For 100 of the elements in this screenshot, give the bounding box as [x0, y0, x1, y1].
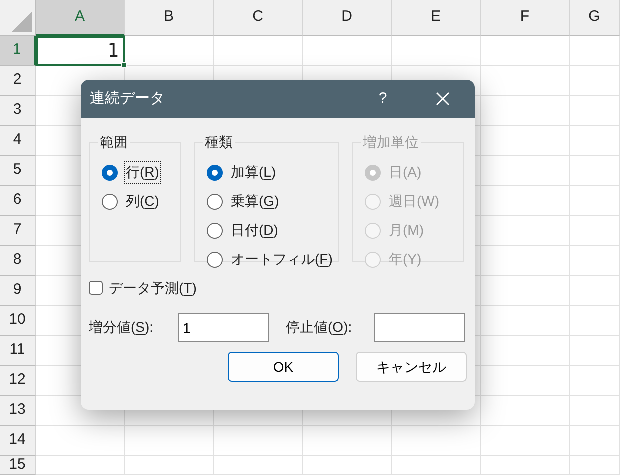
column-header[interactable]: D — [303, 0, 392, 36]
fill-handle[interactable] — [121, 62, 127, 68]
row-header[interactable]: 8 — [0, 246, 36, 276]
row-header[interactable]: 2 — [0, 66, 36, 96]
corner-triangle-icon[interactable] — [12, 12, 32, 32]
grid-cell[interactable] — [481, 126, 570, 156]
row-header[interactable]: 6 — [0, 186, 36, 216]
grid-cell[interactable] — [481, 336, 570, 366]
grid-cell[interactable] — [570, 306, 620, 336]
option-label: 日(A) — [388, 163, 423, 182]
close-icon[interactable] — [436, 92, 450, 106]
grid-cell[interactable] — [570, 156, 620, 186]
row-header[interactable]: 13 — [0, 396, 36, 426]
grid-cell[interactable] — [481, 216, 570, 246]
row-header[interactable]: 15 — [0, 456, 36, 475]
active-cell[interactable]: 1 — [36, 36, 125, 66]
grid-cell[interactable] — [570, 246, 620, 276]
radio-button[interactable] — [207, 222, 223, 238]
grid-cell[interactable] — [570, 96, 620, 126]
grid-cell[interactable] — [481, 396, 570, 426]
cell-value: 1 — [108, 40, 119, 62]
grid-cell[interactable] — [570, 276, 620, 306]
grid-cell[interactable] — [481, 66, 570, 96]
grid-cell[interactable] — [125, 36, 214, 66]
grid-cell[interactable] — [481, 456, 570, 475]
grid-cell[interactable] — [481, 96, 570, 126]
row-header[interactable]: 10 — [0, 306, 36, 336]
grid-cell[interactable] — [570, 186, 620, 216]
help-button[interactable]: ? — [363, 84, 403, 114]
input-field[interactable]: 1 — [178, 313, 269, 342]
option-label[interactable]: オートフィル(F) — [230, 249, 334, 270]
grid-cell[interactable] — [481, 306, 570, 336]
row-header[interactable]: 11 — [0, 336, 36, 366]
field-label: 停止値(O): — [286, 318, 354, 337]
option-label: 月(M) — [388, 221, 425, 240]
grid-cell[interactable] — [570, 456, 620, 475]
grid-cell[interactable] — [481, 186, 570, 216]
column-header[interactable]: G — [570, 0, 620, 36]
window-title: 連続データ — [90, 88, 166, 109]
grid-cell[interactable] — [125, 456, 214, 475]
grid-cell[interactable] — [214, 426, 303, 456]
grid-cell[interactable] — [570, 396, 620, 426]
row-header[interactable]: 9 — [0, 276, 36, 306]
column-header[interactable]: C — [214, 0, 303, 36]
grid-cell[interactable] — [481, 36, 570, 66]
grid-cell[interactable] — [570, 36, 620, 66]
grid-cell[interactable] — [303, 36, 392, 66]
group-title: 増加単位 — [362, 134, 420, 150]
column-header[interactable]: B — [125, 0, 214, 36]
option-label: 年(Y) — [388, 250, 423, 269]
radio-button[interactable] — [102, 164, 118, 180]
grid-cell[interactable] — [570, 66, 620, 96]
option-label[interactable]: 列(C) — [125, 191, 160, 212]
grid-cell[interactable] — [392, 36, 481, 66]
row-header[interactable]: 1 — [0, 36, 36, 66]
grid-cell[interactable] — [214, 456, 303, 475]
radio-button[interactable] — [207, 164, 223, 180]
grid-cell[interactable] — [481, 276, 570, 306]
grid-cell[interactable] — [36, 426, 125, 456]
grid-cell[interactable] — [570, 366, 620, 396]
dialog-button[interactable]: キャンセル — [356, 352, 467, 382]
input-field[interactable] — [374, 313, 465, 342]
column-header[interactable]: A — [36, 0, 125, 36]
grid-cell[interactable] — [125, 426, 214, 456]
grid-cell[interactable] — [570, 426, 620, 456]
grid-cell[interactable] — [392, 456, 481, 475]
grid-cell[interactable] — [214, 36, 303, 66]
option-label[interactable]: 日付(D) — [230, 220, 280, 241]
column-header[interactable]: F — [481, 0, 570, 36]
row-header[interactable]: 12 — [0, 366, 36, 396]
grid-cell[interactable] — [570, 216, 620, 246]
group-title: 種類 — [204, 134, 234, 150]
checkbox-label[interactable]: データ予測(T) — [109, 278, 197, 298]
grid-cell[interactable] — [481, 246, 570, 276]
radio-button[interactable] — [207, 252, 223, 268]
grid-cell[interactable] — [303, 426, 392, 456]
checkbox[interactable] — [89, 281, 103, 295]
grid-cell[interactable] — [392, 426, 481, 456]
row-header[interactable]: 4 — [0, 126, 36, 156]
row-header[interactable]: 3 — [0, 96, 36, 126]
option-label[interactable]: 加算(L) — [230, 162, 278, 183]
grid-cell[interactable] — [481, 156, 570, 186]
grid-cell[interactable] — [481, 366, 570, 396]
group-title: 範囲 — [99, 134, 129, 150]
grid-cell[interactable] — [481, 426, 570, 456]
radio-button[interactable] — [207, 194, 223, 210]
grid-cell[interactable] — [36, 456, 125, 475]
option-label[interactable]: 行(R) — [125, 162, 160, 183]
field-label: 増分値(S): — [89, 318, 155, 337]
column-header[interactable]: E — [392, 0, 481, 36]
option-label: 週日(W) — [388, 192, 441, 211]
option-label[interactable]: 乗算(G) — [230, 191, 280, 212]
grid-cell[interactable] — [303, 456, 392, 475]
grid-cell[interactable] — [570, 336, 620, 366]
grid-cell[interactable] — [570, 126, 620, 156]
radio-button[interactable] — [102, 194, 118, 210]
row-header[interactable]: 7 — [0, 216, 36, 246]
row-header[interactable]: 5 — [0, 156, 36, 186]
dialog-button[interactable]: OK — [228, 352, 339, 382]
row-header[interactable]: 14 — [0, 426, 36, 456]
